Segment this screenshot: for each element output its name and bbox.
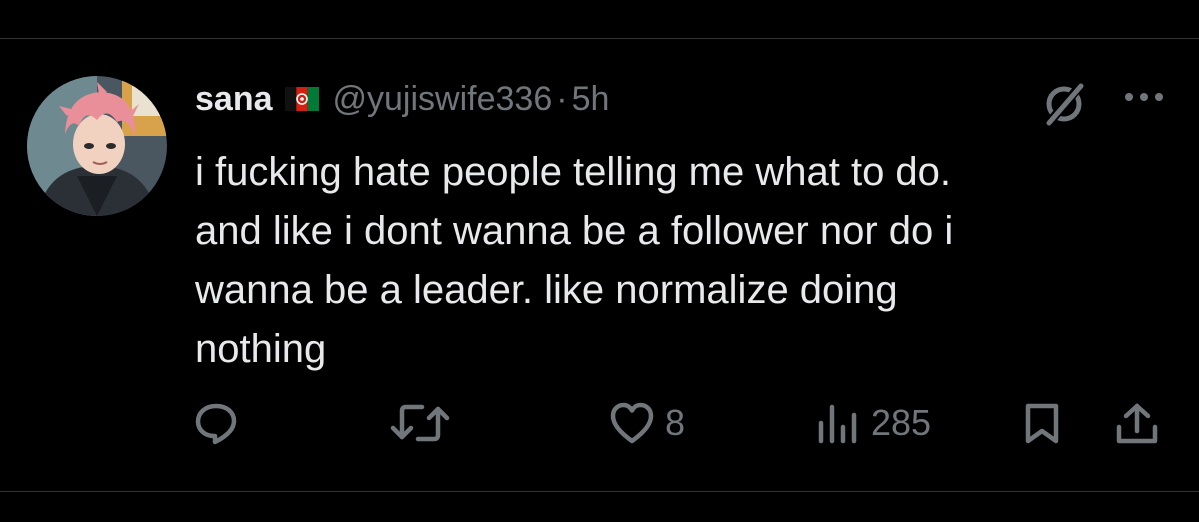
- display-name[interactable]: sana: [195, 80, 273, 119]
- afghanistan-flag-icon: [284, 87, 319, 111]
- avatar[interactable]: [27, 76, 167, 216]
- timestamp[interactable]: 5h: [572, 80, 610, 119]
- bottom-divider: [0, 491, 1199, 492]
- share-icon: [1116, 403, 1158, 444]
- views-button[interactable]: 285: [815, 401, 931, 445]
- bookmark-icon: [1025, 403, 1059, 444]
- tweet-header: sana @yujiswife336 · 5h: [195, 79, 609, 119]
- more-dots-icon[interactable]: [1122, 89, 1166, 105]
- reply-icon: [195, 403, 237, 445]
- heart-icon: [610, 402, 654, 444]
- grok-icon[interactable]: [1040, 80, 1088, 128]
- user-handle[interactable]: @yujiswife336: [333, 80, 553, 119]
- views-bar-chart-icon: [818, 404, 857, 444]
- like-button[interactable]: 8: [609, 401, 685, 445]
- share-button[interactable]: [1114, 401, 1160, 445]
- reply-button[interactable]: [193, 401, 249, 445]
- tweet[interactable]: sana @yujiswife336 · 5h i fucking hate p…: [0, 39, 1199, 491]
- retweet-icon: [390, 404, 450, 442]
- bookmark-button[interactable]: [1022, 401, 1062, 445]
- tweet-text: i fucking hate people telling me what to…: [195, 150, 954, 371]
- like-count: 8: [665, 402, 686, 443]
- retweet-button[interactable]: [388, 401, 462, 445]
- separator-dot: ·: [556, 79, 568, 118]
- views-count: 285: [871, 402, 932, 443]
